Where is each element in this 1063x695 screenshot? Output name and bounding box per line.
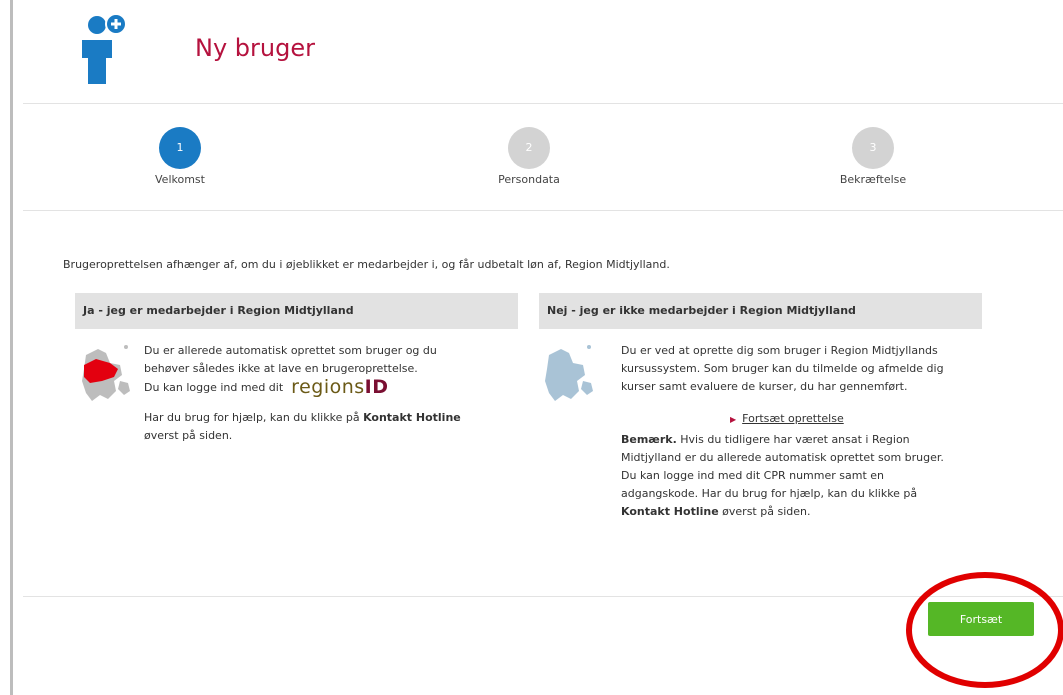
continue-registration-row: ▶ Fortsæt oprettelse [730,412,844,425]
step-label: Bekræftelse [839,173,907,186]
note-line: Kontakt Hotline øverst på siden. [621,503,944,521]
step-velkomst: 1 Velkomst [110,127,250,186]
denmark-map-icon [82,345,130,401]
divider [23,210,1063,211]
text-line: Du kan logge ind med dit CPR nummer samt… [621,469,885,482]
text-line: kursussystem. Som bruger kan du tilmelde… [621,362,944,375]
panel-no-body: Du er ved at oprette dig som bruger i Re… [621,342,944,396]
text-line: adgangskode. Har du brug for hjælp, kan … [621,487,918,500]
text-line: Har du brug for hjælp, kan du klikke på [144,411,360,424]
step-label: Persondata [498,173,560,186]
text-line: Du kan logge ind med dit [144,381,284,394]
help-line: Har du brug for hjælp, kan du klikke på … [144,409,461,427]
denmark-map-icon [545,345,593,401]
text-line: Hvis du tidligere har været ansat i Regi… [680,433,910,446]
panel-yes-body: Du er allerede automatisk oprettet som b… [144,342,461,445]
divider [23,596,1063,597]
note-line: Bemærk. Hvis du tidligere har været ansa… [621,431,944,449]
panel-heading-yes: Ja - jeg er medarbejder i Region Midtjyl… [75,293,518,329]
step-number: 2 [508,127,550,169]
continue-registration-link[interactable]: Fortsæt oprettelse [742,412,844,425]
logo-prefix: regions [291,376,365,398]
step-label: Velkomst [155,173,205,186]
intro-text: Brugeroprettelsen afhænger af, om du i ø… [63,258,670,271]
logo-suffix: ID [364,376,389,398]
text-line: Du er ved at oprette dig som bruger i Re… [621,344,938,357]
panel-heading-no: Nej - jeg er ikke medarbejder i Region M… [539,293,982,329]
login-line: Du kan logge ind med dit regionsID [144,378,461,397]
divider [23,103,1063,104]
page-title: Ny bruger [195,34,315,62]
step-persondata: 2 Persondata [459,127,599,186]
panel-no-note: Bemærk. Hvis du tidligere har været ansa… [621,431,944,521]
text-line: Midtjylland er du allerede automatisk op… [621,451,944,464]
step-number: 3 [852,127,894,169]
next-button[interactable]: Fortsæt [928,602,1034,636]
add-user-icon [82,14,127,84]
step-bekraeftelse: 3 Bekræftelse [803,127,943,186]
step-number: 1 [159,127,201,169]
text-line: øverst på siden. [722,505,811,518]
left-border [10,0,13,695]
arrow-right-icon: ▶ [730,415,737,424]
regionsid-logo: regionsID [291,376,388,398]
hotline-text: Kontakt Hotline [363,411,461,424]
note-label: Bemærk. [621,433,677,446]
text-line: øverst på siden. [144,429,233,442]
hotline-text: Kontakt Hotline [621,505,719,518]
text-line: Du er allerede automatisk oprettet som b… [144,344,437,357]
text-line: kurser samt evaluere de kurser, du har g… [621,380,908,393]
